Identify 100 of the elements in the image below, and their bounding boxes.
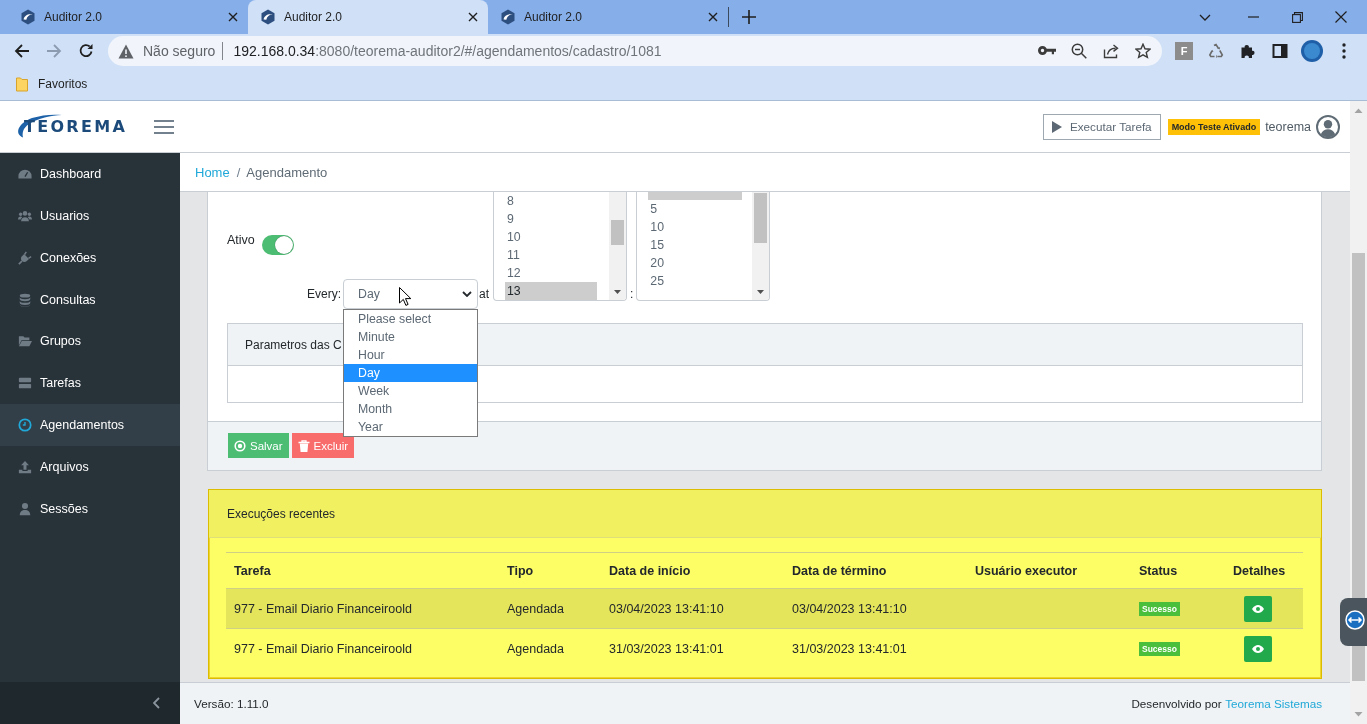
chevron-down-icon[interactable] [1199,13,1211,21]
minimize-icon[interactable] [1247,16,1259,18]
zoom-out-icon[interactable] [1071,43,1087,59]
list-option[interactable]: 13 [505,282,597,300]
extension-button[interactable]: F [1175,42,1193,60]
back-icon[interactable] [14,43,30,59]
nav-item[interactable]: Consultas [0,278,180,321]
dropdown-option[interactable]: Week [344,382,477,400]
bookmark-item[interactable]: Favoritos [16,76,88,92]
list-option[interactable]: 11 [505,246,597,264]
credit-text: Desenvolvido por [1131,697,1222,710]
upload-icon [18,460,32,475]
column-header: Status [1139,563,1178,578]
menu-icon[interactable] [154,119,174,134]
trash-icon [297,439,310,452]
column-header: Data de início [609,563,691,578]
list-option[interactable]: 12 [505,264,597,282]
task-type: Agendada [507,601,564,616]
nav-item[interactable]: Sessões [0,488,180,530]
status-badge: Sucesso [1139,601,1180,616]
minute-listbox[interactable]: 5 10 15 20 25 [636,192,771,301]
profile-avatar[interactable] [1301,40,1323,62]
field-label: at [479,286,489,302]
version-text: Versão: 1.11.0 [194,697,269,710]
list-option[interactable]: 10 [505,228,597,246]
close-icon[interactable] [228,12,238,22]
nav-item[interactable]: Usuarios [0,194,180,237]
field-label: Ativo [227,232,255,248]
column-header: Detalhes [1233,563,1286,578]
column-header: Usuário executor [975,563,1078,578]
star-icon[interactable] [1135,43,1151,59]
url-text[interactable]: 192.168.0.34:8080/teorema-auditor2/#/agendamentos/cadastro/1081 [233,43,1031,59]
list-option[interactable]: 20 [648,254,741,272]
side-panel-icon[interactable] [1272,43,1288,59]
folder-icon [16,76,28,92]
hexagon-logo-icon [20,9,36,25]
card-title: Execuções recentes [227,506,336,521]
puzzle-icon[interactable] [1240,43,1256,59]
reload-icon[interactable] [78,43,94,59]
database-icon [18,292,32,307]
list-option[interactable]: 10 [648,218,741,236]
test-mode-badge: Modo Teste Ativado [1167,118,1261,135]
close-icon[interactable] [1335,11,1347,23]
eye-button[interactable] [1244,635,1272,662]
column-header: Tarefa [234,563,271,578]
chevron-down-icon [462,291,472,297]
dropdown-option[interactable]: Minute [344,328,477,346]
list-option[interactable]: 15 [648,236,741,254]
security-status[interactable]: Não seguro [143,43,216,59]
list-scrollbar[interactable] [752,192,770,300]
eye-button[interactable] [1244,595,1272,622]
list-option[interactable]: 5 [648,200,741,218]
column-header: Tipo [507,563,534,578]
key-icon[interactable] [1038,46,1056,56]
list-option[interactable]: 8 [505,192,597,210]
user-avatar-icon[interactable] [1316,114,1340,139]
list-option[interactable]: 9 [505,210,597,228]
nav-item[interactable]: Conexões [0,236,180,279]
dropdown-option[interactable]: Hour [344,346,477,364]
breadcrumb-current: Agendamento [246,164,328,180]
browser-tab[interactable]: Auditor 2.0 [248,0,488,34]
nav-item[interactable]: Dashboard [0,153,180,195]
end-date: 31/03/2023 13:41:01 [792,641,907,656]
list-option[interactable]: 25 [648,272,741,290]
task-type: Agendada [507,641,564,656]
share-icon[interactable] [1103,43,1119,59]
browser-tab[interactable]: Auditor 2.0 [8,0,248,34]
plus-icon[interactable] [742,10,756,24]
column-header: Data de término [792,563,887,578]
run-task-button[interactable]: Executar Tarefa [1043,113,1161,140]
dropdown-option[interactable]: Month [344,400,477,418]
nav-item[interactable]: Arquivos [0,446,180,488]
hour-listbox[interactable]: 8 9 10 11 12 13 [493,192,627,301]
nav-item[interactable]: Tarefas [0,362,180,405]
every-select[interactable]: Day [343,279,478,309]
close-icon[interactable] [468,12,478,22]
time-separator: : [630,286,634,302]
kebab-menu-icon[interactable] [1342,43,1346,59]
end-date: 03/04/2023 13:41:10 [792,601,907,616]
recycle-icon[interactable] [1208,43,1224,59]
restore-icon[interactable] [1291,11,1303,23]
hexagon-logo-icon [500,9,516,25]
clock-icon [18,418,32,433]
eye-icon [1252,644,1264,653]
close-icon[interactable] [708,12,718,22]
dropdown-option[interactable]: Year [344,418,477,436]
panel-title: Parametros das C [245,337,342,352]
toggle-switch[interactable] [261,235,294,255]
breadcrumb-separator: / [235,164,242,180]
browser-tab[interactable]: Auditor 2.0 [488,0,728,34]
task-name: 977 - Email Diario Financeiroold [234,641,412,656]
dropdown-option[interactable]: Day [344,364,477,382]
nav-item[interactable]: Grupos [0,320,180,363]
warning-icon[interactable] [118,43,134,59]
address-bar[interactable]: Não seguro 192.168.0.34:8080/teorema-auditor2/#/agendamentos/cadastro/1081 [108,36,1162,66]
dropdown-option[interactable]: Please select [344,310,477,328]
company-logo: TEOREMA [14,115,128,138]
list-scrollbar[interactable] [609,192,626,300]
start-date: 31/03/2023 13:41:01 [609,641,724,656]
nav-item[interactable]: Agendamentos [0,404,180,447]
